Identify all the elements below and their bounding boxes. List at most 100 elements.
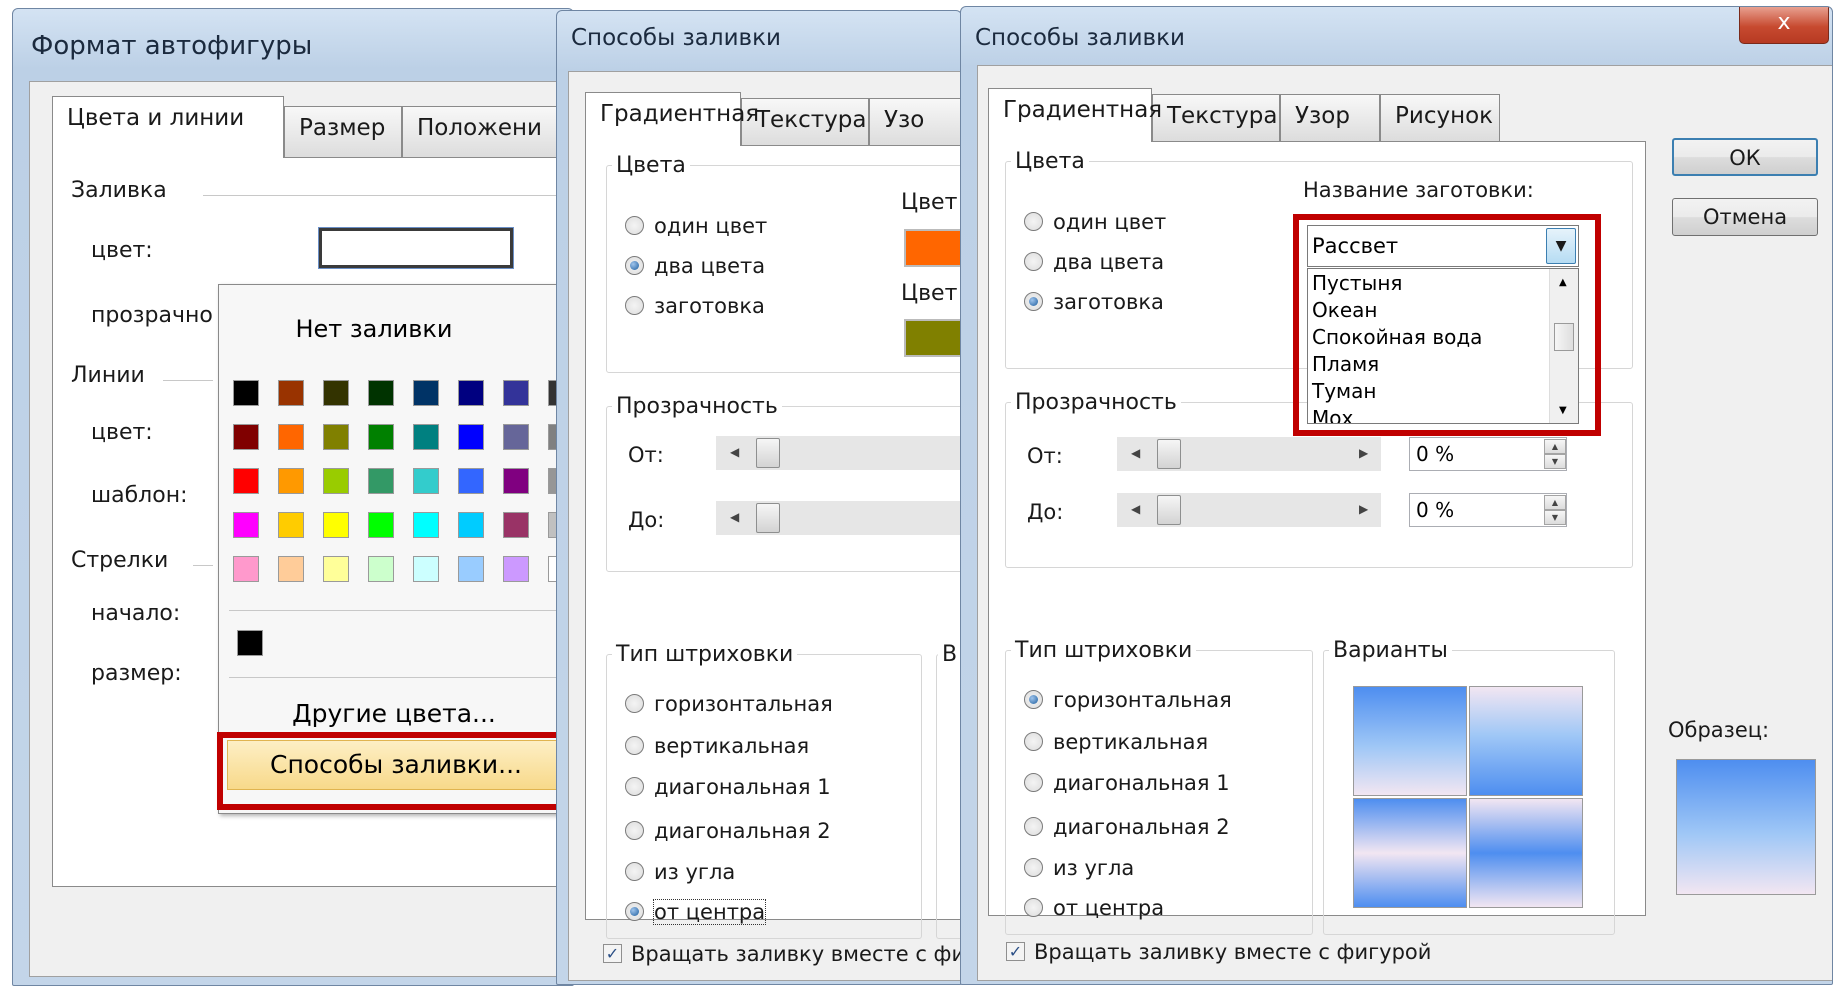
color-swatch[interactable] <box>458 512 484 538</box>
color-swatch[interactable] <box>278 424 304 450</box>
slider-left-arrow-icon[interactable]: ◀ <box>1131 446 1140 460</box>
radio-two-colors[interactable] <box>1024 252 1043 271</box>
from-slider[interactable]: ◀ ▶ <box>1117 437 1381 471</box>
tab-texture[interactable]: Текстура <box>741 98 869 146</box>
color-swatch[interactable] <box>323 556 349 582</box>
radio-one-color[interactable] <box>1024 212 1043 231</box>
from-spinbox[interactable]: 0 % ▲ ▼ <box>1409 437 1567 471</box>
color-swatch[interactable] <box>278 556 304 582</box>
tab-pattern[interactable]: Узо <box>869 98 961 146</box>
color-swatch[interactable] <box>458 424 484 450</box>
radio-shading-6[interactable] <box>625 902 644 921</box>
color-swatch[interactable] <box>368 424 394 450</box>
to-slider[interactable]: ◀ ▶ <box>1117 493 1381 527</box>
tab-gradient[interactable]: Градиентная <box>988 88 1162 142</box>
no-fill-option[interactable]: Нет заливки <box>219 315 529 343</box>
slider-left-arrow-icon[interactable]: ◀ <box>1131 502 1140 516</box>
variant-3[interactable] <box>1353 798 1467 908</box>
color2-swatch[interactable] <box>904 319 961 357</box>
radio-shading-4[interactable] <box>625 821 644 840</box>
color-swatch[interactable] <box>278 380 304 406</box>
color-swatch[interactable] <box>503 424 529 450</box>
variant-4[interactable] <box>1469 798 1583 908</box>
slider-thumb[interactable] <box>1157 495 1181 525</box>
color-swatch[interactable] <box>413 424 439 450</box>
slider-thumb[interactable] <box>756 503 780 533</box>
color-swatch[interactable] <box>413 380 439 406</box>
more-colors-option[interactable]: Другие цвета... <box>219 699 569 728</box>
radio-shading-2[interactable] <box>1024 732 1043 751</box>
color-swatch[interactable] <box>233 424 259 450</box>
radio-preset[interactable] <box>1024 292 1043 311</box>
spin-up-icon[interactable]: ▲ <box>1544 439 1566 454</box>
radio-shading-6[interactable] <box>1024 898 1043 917</box>
radio-shading-2[interactable] <box>625 736 644 755</box>
tab-picture[interactable]: Рисунок <box>1380 94 1500 142</box>
slider-left-arrow-icon[interactable]: ◀ <box>730 445 739 459</box>
color-swatch[interactable] <box>323 512 349 538</box>
slider-right-arrow-icon[interactable]: ▶ <box>1359 502 1368 516</box>
rotate-fill-checkbox[interactable]: ✓ <box>1006 942 1025 961</box>
color-swatch[interactable] <box>233 512 259 538</box>
radio-shading-1[interactable] <box>1024 690 1043 709</box>
tab-colors-lines[interactable]: Цвета и линии <box>52 96 284 158</box>
color-swatch[interactable] <box>323 468 349 494</box>
slider-right-arrow-icon[interactable]: ▶ <box>1359 446 1368 460</box>
color-swatch[interactable] <box>368 468 394 494</box>
tab-position[interactable]: Положени <box>402 106 573 158</box>
fill-color-field[interactable] <box>318 227 514 269</box>
slider-thumb[interactable] <box>756 438 780 468</box>
color-swatch[interactable] <box>233 468 259 494</box>
color-swatch[interactable] <box>458 556 484 582</box>
variant-2[interactable] <box>1469 686 1583 796</box>
tab-gradient[interactable]: Градиентная <box>585 92 759 146</box>
ok-button[interactable]: ОК <box>1672 138 1818 176</box>
tab-pattern[interactable]: Узор <box>1280 94 1380 142</box>
color-swatch[interactable] <box>323 380 349 406</box>
recent-color-swatch[interactable] <box>237 630 263 656</box>
close-button[interactable]: x <box>1739 7 1829 44</box>
cancel-button[interactable]: Отмена <box>1672 198 1818 236</box>
rotate-fill-checkbox[interactable]: ✓ <box>603 944 622 963</box>
radio-shading-5[interactable] <box>625 862 644 881</box>
radio-shading-3[interactable] <box>625 777 644 796</box>
color-swatch[interactable] <box>368 380 394 406</box>
color-swatch[interactable] <box>503 380 529 406</box>
radio-shading-3[interactable] <box>1024 773 1043 792</box>
spin-up-icon[interactable]: ▲ <box>1544 495 1566 510</box>
radio-preset[interactable] <box>625 296 644 315</box>
color-swatch[interactable] <box>278 468 304 494</box>
color1-swatch[interactable] <box>904 229 961 267</box>
radio-two-colors[interactable] <box>625 256 644 275</box>
color-swatch[interactable] <box>233 380 259 406</box>
color-swatch[interactable] <box>368 512 394 538</box>
radio-shading-4[interactable] <box>1024 817 1043 836</box>
tab-texture[interactable]: Текстура <box>1152 94 1280 142</box>
color-swatch[interactable] <box>413 556 439 582</box>
variant-1[interactable] <box>1353 686 1467 796</box>
color-swatch[interactable] <box>278 512 304 538</box>
color-swatch[interactable] <box>458 380 484 406</box>
radio-shading-5[interactable] <box>1024 858 1043 877</box>
color1-label: Цвет <box>901 190 958 215</box>
to-spinbox[interactable]: 0 % ▲ ▼ <box>1409 493 1567 527</box>
from-slider[interactable]: ◀ <box>716 436 961 470</box>
slider-thumb[interactable] <box>1157 439 1181 469</box>
spin-down-icon[interactable]: ▼ <box>1544 510 1566 525</box>
color-swatch[interactable] <box>503 556 529 582</box>
radio-shading-1[interactable] <box>625 694 644 713</box>
color-swatch[interactable] <box>413 468 439 494</box>
slider-left-arrow-icon[interactable]: ◀ <box>730 510 739 524</box>
color-swatch[interactable] <box>503 512 529 538</box>
radio-one-color[interactable] <box>625 216 644 235</box>
color-swatch[interactable] <box>233 556 259 582</box>
color-swatch[interactable] <box>368 556 394 582</box>
color-swatch[interactable] <box>323 424 349 450</box>
tab-size[interactable]: Размер <box>284 106 402 158</box>
spin-down-icon[interactable]: ▼ <box>1544 454 1566 469</box>
to-slider[interactable]: ◀ <box>716 501 961 535</box>
shading-options: горизонтальная вертикальная диагональная 1… <box>989 142 1232 920</box>
color-swatch[interactable] <box>458 468 484 494</box>
color-swatch[interactable] <box>413 512 439 538</box>
color-swatch[interactable] <box>503 468 529 494</box>
